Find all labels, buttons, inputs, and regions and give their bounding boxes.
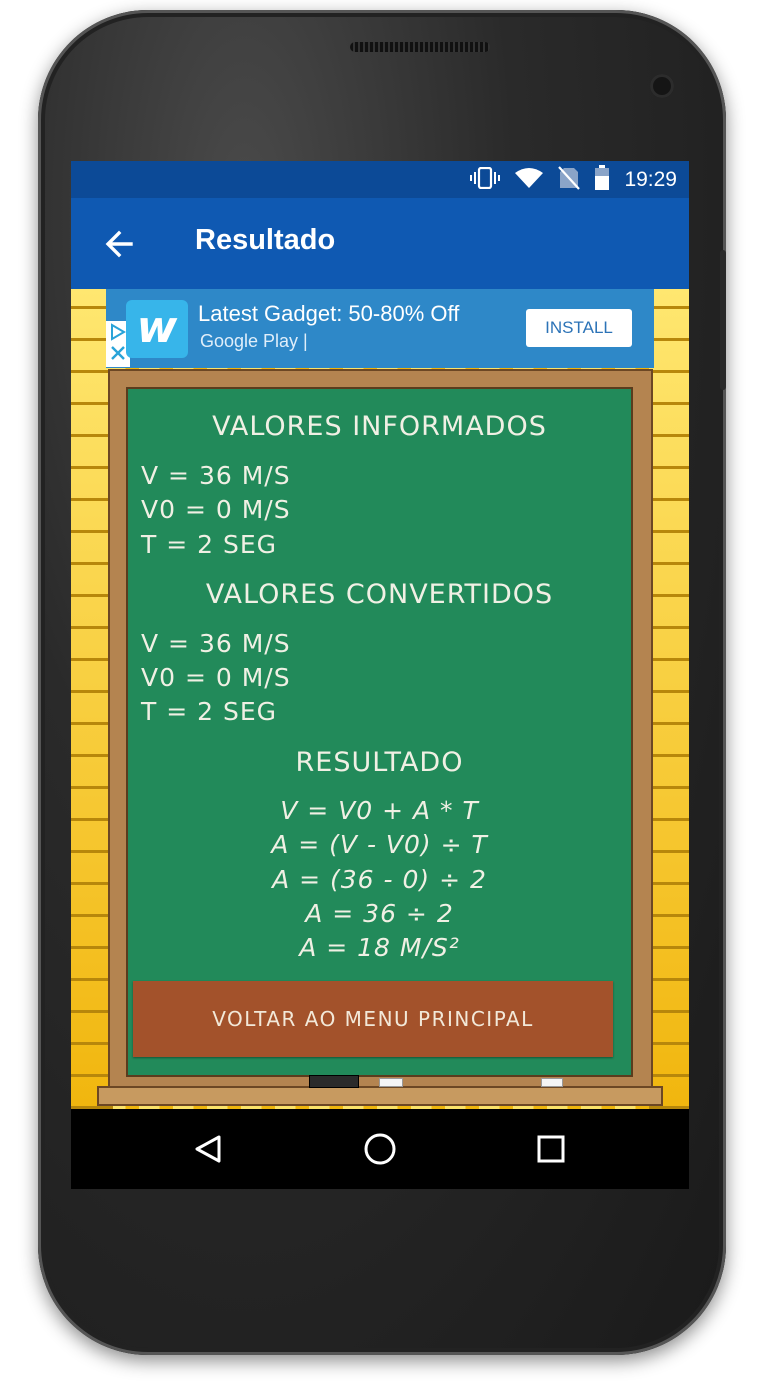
chalkboard-frame: VALORES INFORMADOS V = 36 M/S V0 = 0 M/S… [108,369,653,1089]
result-line: A = (36 - 0) ÷ 2 [272,865,487,894]
chalk-piece [379,1078,403,1087]
informed-heading: VALORES INFORMADOS [212,411,547,442]
back-to-main-menu-button[interactable]: VOLTAR AO MENU PRINCIPAL [133,981,613,1057]
informed-line: V0 = 0 M/S [141,495,291,524]
chalkboard-ledge [97,1086,663,1106]
app-bar: Resultado [71,198,689,289]
status-bar: 19:29 [71,161,689,198]
home-circle-icon [364,1133,396,1165]
recents-square-icon [537,1135,565,1163]
ad-app-logo: w [126,300,188,358]
result-line: A = 18 M/S² [299,933,460,962]
result-heading: RESULTADO [295,747,464,778]
informed-line: V = 36 M/S [141,461,291,490]
screen: 19:29 Resultado w Latest Gadget: 50-80% … [71,161,689,1189]
navigation-bar [71,1109,689,1189]
page-title: Resultado [195,224,336,256]
eraser [309,1075,359,1088]
earpiece-speaker [350,42,490,52]
front-camera [650,74,674,98]
brick-wall-right [649,289,689,1109]
status-time: 19:29 [624,167,677,191]
arrow-back-icon [105,230,133,258]
result-line: V = V0 + A * T [280,796,479,825]
ad-banner[interactable]: w Latest Gadget: 50-80% Off Google Play … [106,289,654,368]
battery-icon [594,164,610,195]
brick-wall-left [71,289,113,1109]
converted-line: V = 36 M/S [141,629,291,658]
nav-back-button[interactable] [189,1129,229,1169]
chalk-piece [541,1078,563,1087]
ad-install-button[interactable]: INSTALL [526,309,632,347]
wifi-icon [514,167,544,193]
result-line: A = 36 ÷ 2 [305,899,454,928]
converted-heading: VALORES CONVERTIDOS [205,579,554,610]
informed-line: T = 2 SEG [141,530,278,559]
content-area: w Latest Gadget: 50-80% Off Google Play … [71,289,689,1109]
chalkboard: VALORES INFORMADOS V = 36 M/S V0 = 0 M/S… [126,387,633,1077]
converted-line: T = 2 SEG [141,697,278,726]
vibrate-icon [470,166,501,193]
nav-home-button[interactable] [360,1129,400,1169]
ad-subtitle: Google Play | [200,331,308,351]
no-sim-icon [558,165,581,194]
converted-line: V0 = 0 M/S [141,663,291,692]
ad-title: Latest Gadget: 50-80% Off [198,301,460,326]
nav-recents-button[interactable] [531,1129,571,1169]
back-triangle-icon [195,1135,221,1163]
side-button [720,250,726,390]
result-line: A = (V - V0) ÷ T [271,830,488,859]
back-button[interactable] [101,226,137,262]
